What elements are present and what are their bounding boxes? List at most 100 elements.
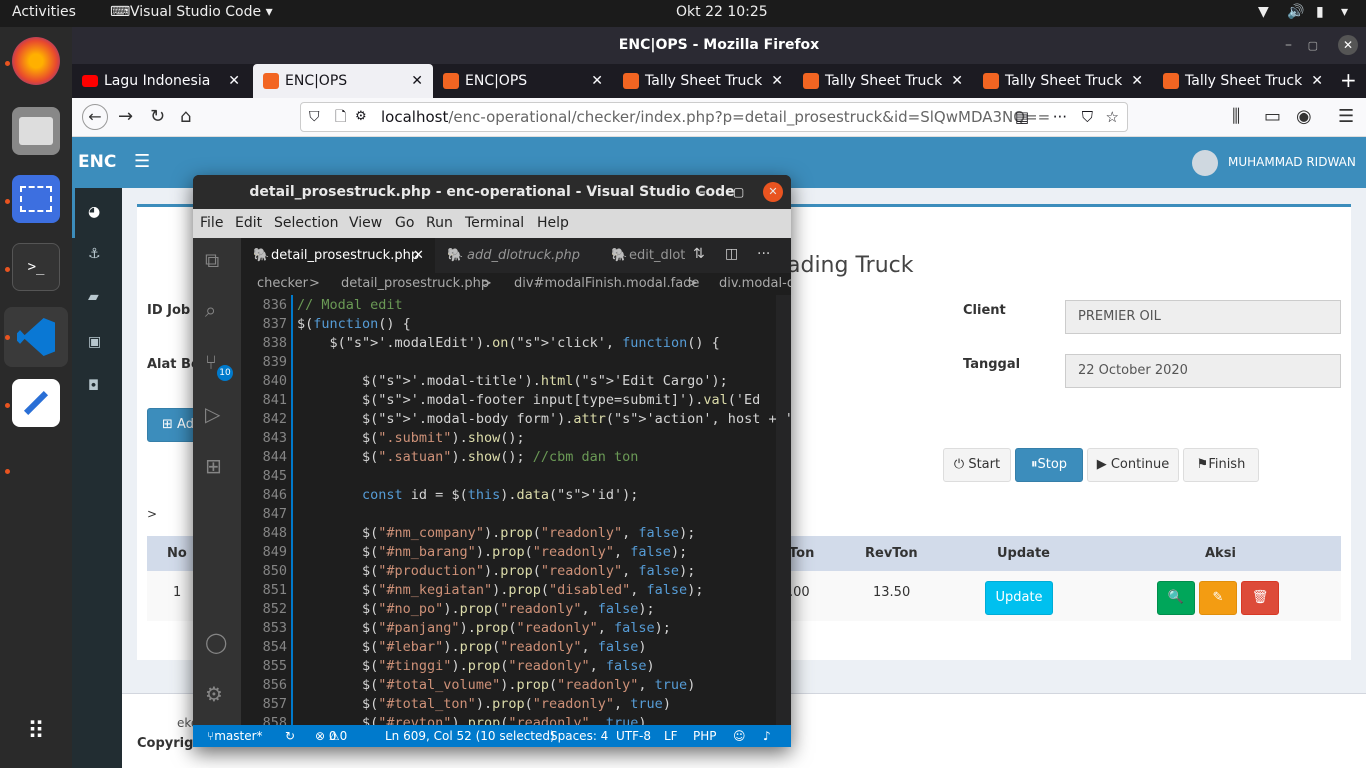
compare-icon[interactable]: ⇅ (693, 246, 705, 262)
maximize-icon[interactable]: ▢ (733, 175, 744, 209)
branch-status[interactable]: ⑂ master* (207, 725, 263, 747)
permissions-icon[interactable]: ⚙ (355, 103, 367, 131)
system-menu-chevron-icon[interactable]: ▾ (1341, 4, 1348, 20)
home-icon[interactable]: ⌂ (180, 106, 191, 127)
close-tab-icon[interactable]: ✕ (771, 64, 783, 98)
reader-view-icon[interactable]: ▤ (1015, 103, 1029, 131)
close-tab-icon[interactable]: ✕ (591, 64, 603, 98)
accounts-icon[interactable]: ◯ (205, 630, 227, 654)
breadcrumb-item[interactable]: div.modal-di (719, 273, 791, 295)
menu-run[interactable]: Run (426, 215, 453, 231)
sidebar-icon[interactable]: ▭ (1264, 106, 1281, 127)
editor-tab-detail-prosestruck[interactable]: 🐘 detail_prosestruck.php ✕ (241, 238, 435, 273)
close-tab-icon[interactable]: ✕ (228, 64, 240, 98)
language-status[interactable]: PHP (693, 725, 717, 747)
tab-tally-sheet-3[interactable]: Tally Sheet Truck ✕ (973, 64, 1153, 98)
extensions-icon[interactable]: ⊞ (205, 454, 222, 478)
user-name[interactable]: MUHAMMAD RIDWAN (1228, 155, 1356, 169)
battery-icon[interactable]: ▮ (1316, 4, 1324, 20)
close-icon[interactable]: ✕ (763, 182, 783, 202)
minimize-icon[interactable]: – (699, 175, 706, 209)
editor-tab-edit-dlot[interactable]: 🐘 edit_dlot (599, 238, 685, 273)
run-debug-icon[interactable]: ▷ (205, 402, 220, 426)
edit-button[interactable]: ✎ (1199, 581, 1237, 615)
bookmark-star-icon[interactable]: ☆ (1106, 103, 1119, 131)
anchor-icon[interactable]: ⚓ (88, 246, 101, 262)
tab-tally-sheet-2[interactable]: Tally Sheet Truck ✕ (793, 64, 973, 98)
breadcrumb-item[interactable]: div#modalFinish.modal.fade (514, 273, 699, 295)
close-tab-icon[interactable]: ✕ (413, 238, 424, 273)
briefcase-icon[interactable]: ▣ (88, 334, 101, 350)
tab-tally-sheet-1[interactable]: Tally Sheet Truck ✕ (613, 64, 793, 98)
train-icon[interactable]: ◘ (88, 378, 99, 394)
encoding-status[interactable]: UTF-8 (616, 725, 651, 747)
search-icon[interactable]: ⌕ (205, 298, 216, 322)
indentation-status[interactable]: Spaces: 4 (550, 725, 608, 747)
notifications-bell-icon[interactable]: ♪ (763, 725, 771, 747)
client-field[interactable]: PREMIER OIL (1065, 300, 1341, 334)
maximize-icon[interactable]: ▢ (1308, 27, 1318, 64)
minimize-icon[interactable]: – (1285, 27, 1292, 64)
menu-view[interactable]: View (349, 215, 382, 231)
show-applications-icon[interactable]: ⠿ (12, 707, 60, 755)
menu-go[interactable]: Go (395, 215, 414, 231)
eol-status[interactable]: LF (664, 725, 678, 747)
avatar[interactable] (1192, 150, 1218, 176)
close-tab-icon[interactable]: ✕ (411, 64, 423, 98)
back-icon[interactable]: ← (82, 104, 108, 130)
app-menu[interactable]: Visual Studio Code ▾ (130, 4, 273, 20)
start-button[interactable]: ⏻ Start (943, 448, 1011, 482)
add-button[interactable]: ⊞ Ad (147, 408, 197, 442)
tab-tally-sheet-4[interactable]: Tally Sheet Truck ✕ (1153, 64, 1333, 98)
forward-icon[interactable]: → (118, 106, 133, 127)
screenshot-icon[interactable] (12, 175, 60, 223)
truck-icon[interactable]: ▰ (88, 289, 99, 305)
menu-file[interactable]: File (200, 215, 223, 231)
feedback-icon[interactable]: ☺ (733, 725, 746, 747)
text-editor-icon[interactable] (12, 379, 60, 427)
volume-icon[interactable]: 🔊 (1287, 4, 1304, 20)
pocket-icon[interactable]: ⛉ (1082, 103, 1093, 131)
delete-button[interactable]: 🗑 (1241, 581, 1279, 615)
more-actions-icon[interactable]: ··· (757, 246, 770, 262)
url-bar[interactable]: ⛉ 🗋 ⚙ localhost/enc-operational/checker/… (300, 102, 1128, 132)
menu-selection[interactable]: Selection (274, 215, 339, 231)
split-editor-icon[interactable]: ◫ (725, 246, 738, 262)
library-icon[interactable]: ⫼ (1232, 106, 1240, 127)
dashboard-icon[interactable]: ◕ (88, 204, 100, 220)
finish-button[interactable]: ⚑Finish (1183, 448, 1259, 482)
breadcrumb-item[interactable]: detail_prosestruck.php (341, 273, 489, 295)
settings-gear-icon[interactable]: ⚙ (205, 682, 223, 706)
activities-button[interactable]: Activities (12, 4, 76, 20)
wifi-icon[interactable]: ▼ (1258, 4, 1269, 20)
page-actions-icon[interactable]: ··· (1053, 103, 1067, 131)
close-tab-icon[interactable]: ✕ (1311, 64, 1323, 98)
files-icon[interactable] (12, 107, 60, 155)
close-tab-icon[interactable]: ✕ (1131, 64, 1143, 98)
sidebar-toggle-icon[interactable]: ☰ (134, 151, 150, 172)
close-icon[interactable]: ✕ (1338, 35, 1358, 55)
stop-button[interactable]: ⏸Stop (1015, 448, 1083, 482)
menu-terminal[interactable]: Terminal (465, 215, 524, 231)
tab-enc-ops-active[interactable]: ENC|OPS ✕ (253, 64, 433, 98)
firefox-icon[interactable] (12, 37, 60, 85)
menu-icon[interactable]: ☰ (1338, 106, 1354, 127)
source-control-icon[interactable]: ⑂ (205, 350, 217, 374)
clock[interactable]: Okt 22 10:25 (676, 4, 768, 20)
explorer-icon[interactable]: ⧉ (205, 248, 219, 272)
terminal-icon[interactable]: >_ (12, 243, 60, 291)
new-tab-icon[interactable]: + (1340, 68, 1357, 92)
menu-help[interactable]: Help (537, 215, 569, 231)
continue-button[interactable]: ▶ Continue (1087, 448, 1179, 482)
update-button[interactable]: Update (985, 581, 1053, 615)
breadcrumb-item[interactable]: checker (257, 273, 308, 295)
close-tab-icon[interactable]: ✕ (951, 64, 963, 98)
editor-tab-add-dlotruck[interactable]: 🐘 add_dlotruck.php (437, 238, 597, 273)
brand-logo[interactable]: ENC (78, 152, 116, 172)
tab-enc-ops[interactable]: ENC|OPS ✕ (433, 64, 613, 98)
cursor-position[interactable]: Ln 609, Col 52 (10 selected) (385, 725, 555, 747)
scrollbar[interactable] (776, 295, 791, 725)
view-button[interactable]: 🔍 (1157, 581, 1195, 615)
tanggal-field[interactable]: 22 October 2020 (1065, 354, 1341, 388)
reload-icon[interactable]: ↻ (150, 106, 165, 127)
